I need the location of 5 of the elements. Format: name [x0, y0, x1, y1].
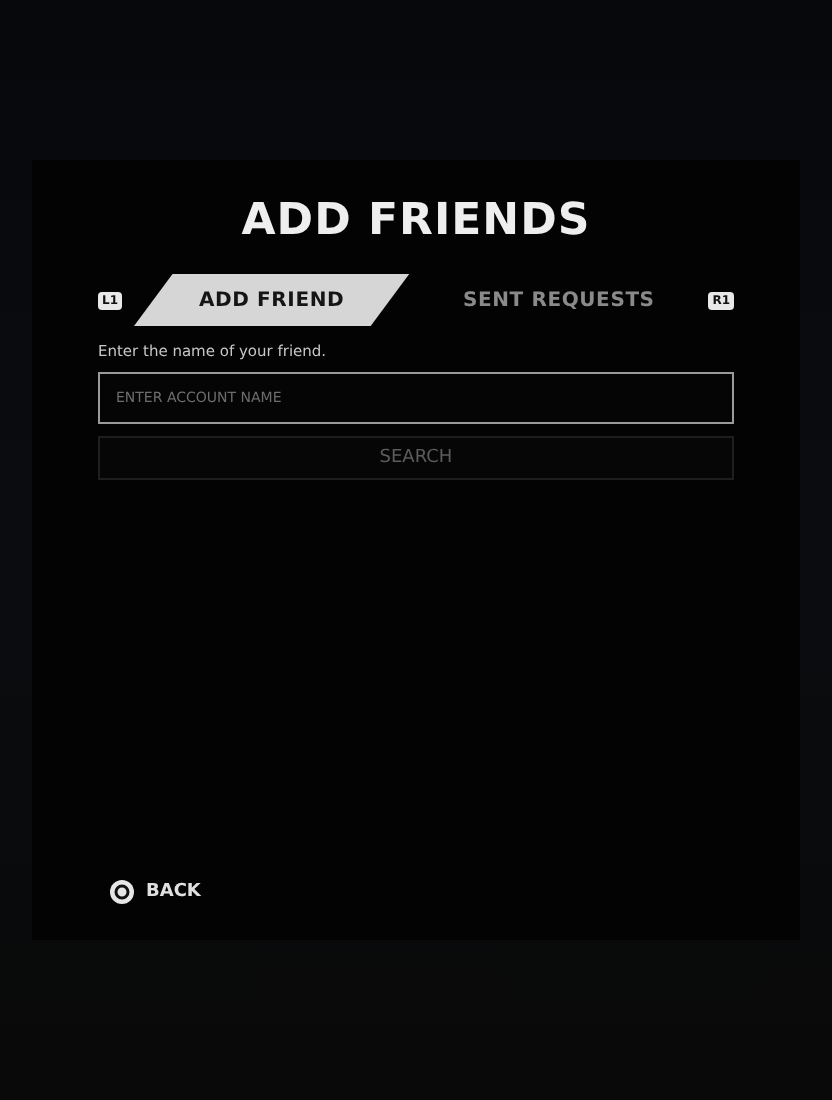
back-button[interactable]: BACK	[110, 880, 201, 904]
circle-button-icon	[110, 880, 134, 904]
dialog-title: ADD FRIENDS	[239, 196, 593, 246]
tab[interactable]: ADD FRIEND	[134, 274, 410, 326]
tab[interactable]: SENT REQUESTS	[421, 274, 697, 326]
